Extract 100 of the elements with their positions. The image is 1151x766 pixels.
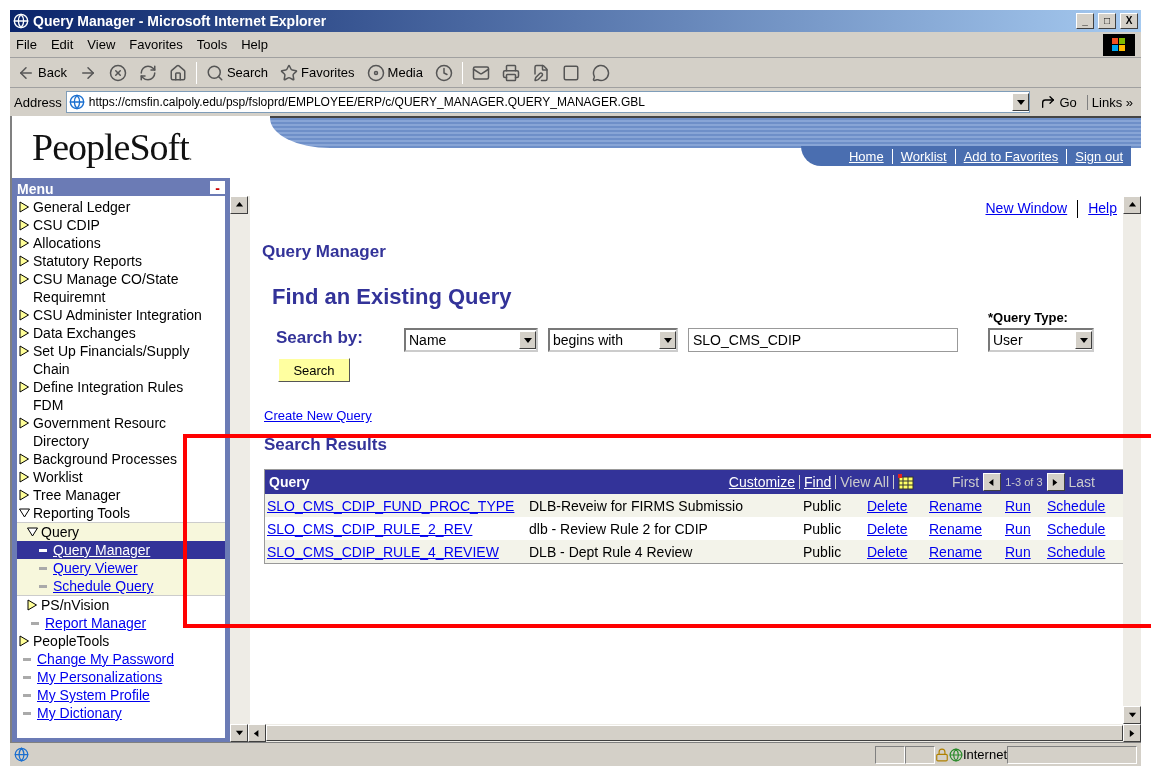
field-select[interactable]: Name: [404, 328, 538, 352]
action-link[interactable]: Rename: [929, 520, 1005, 537]
description-cell-text: DLB - Dept Rule 4 Review: [529, 543, 694, 560]
favorites-button[interactable]: Favorites: [277, 61, 358, 84]
menu-item-row[interactable]: Schedule Query: [17, 577, 225, 595]
page-title: Query Manager: [262, 242, 387, 262]
grid-header: Query Customize Find View All First 1-3 of 3 Last: [265, 470, 1123, 494]
zone-text: Internet: [962, 747, 1007, 762]
first-text: First: [952, 474, 980, 490]
menu-folder[interactable]: Background Processes: [33, 450, 177, 468]
menu-item-row[interactable]: Report Manager: [17, 614, 225, 632]
menu-link[interactable]: Query Viewer: [53, 559, 138, 577]
menu-item-row[interactable]: My Personalizations: [17, 668, 225, 686]
menu-folder[interactable]: Define Integration Rules FDM: [33, 378, 209, 414]
menu-folder[interactable]: CSU Manage CO/State Requiremnt: [33, 270, 209, 306]
last-text: Last: [1068, 474, 1095, 490]
action-link[interactable]: Schedule: [1047, 520, 1123, 537]
action-link[interactable]: Run: [1005, 520, 1047, 537]
help-link[interactable]: Help: [1088, 200, 1117, 218]
menu-link[interactable]: Change My Password: [37, 650, 174, 668]
menu-folder[interactable]: PeopleTools: [33, 632, 110, 650]
header-link[interactable]: Home: [840, 148, 892, 164]
window-title: Query Manager - Microsoft Internet Explorer: [33, 13, 328, 29]
view-all-text: View All: [840, 474, 889, 490]
search-input[interactable]: SLO_CMS_CDIP: [688, 328, 958, 352]
menu-folder[interactable]: Government Resourc Directory: [33, 414, 209, 450]
menu-folder[interactable]: CSU CDIP: [33, 216, 100, 234]
search-button[interactable]: Search: [278, 358, 350, 382]
collapse-button[interactable]: -: [210, 181, 225, 194]
action-link[interactable]: Schedule: [1047, 543, 1123, 560]
menu-folder[interactable]: Query: [41, 523, 80, 541]
range-text: 1-3 of 3: [1005, 476, 1043, 488]
go-button[interactable]: Go: [1034, 93, 1083, 111]
address-field[interactable]: https://cmsfin.calpoly.edu/psp/fsloprd/EMPLOYEE/ERP/c/QUERY_MANAGER.QUERY_MANAGER.GBL: [65, 91, 1031, 113]
menu-folder[interactable]: Tree Manager: [33, 486, 121, 504]
menu-folder[interactable]: Set Up Financials/Supply Chain: [33, 342, 209, 378]
search-button[interactable]: Search: [202, 61, 272, 84]
description-cell-text: dlb - Review Rule 2 for CDIP: [529, 520, 709, 537]
window-control-button[interactable]: X: [1120, 13, 1138, 29]
description-cell-text: DLB-Reveiw for FIRMS Submissio: [529, 497, 744, 514]
back-button[interactable]: Back: [14, 61, 70, 84]
action-link[interactable]: Run: [1005, 497, 1047, 514]
action-link[interactable]: Delete: [867, 520, 929, 537]
logo: PeopleSoft.: [32, 125, 192, 169]
media-button[interactable]: Media: [363, 61, 426, 84]
query-link[interactable]: SLO_CMS_CDIP_RULE_4_REVIEW: [267, 543, 529, 560]
menu-item-row[interactable]: Change My Password: [17, 650, 225, 668]
menu-folder[interactable]: Statutory Reports: [33, 252, 142, 270]
menu-link[interactable]: My Personalizations: [37, 668, 163, 686]
menu-folder[interactable]: CSU Administer Integration: [33, 306, 202, 324]
owner-cell-text: Public: [803, 497, 843, 514]
menu-item[interactable]: File: [16, 37, 37, 52]
menu-title: Menu: [17, 182, 54, 196]
header-link[interactable]: Sign out: [1066, 148, 1131, 164]
menu-item-row[interactable]: My Dictionary: [17, 704, 225, 722]
action-link[interactable]: Schedule: [1047, 497, 1123, 514]
menu-item-row[interactable]: Query Viewer: [17, 559, 225, 577]
menu-link[interactable]: Report Manager: [45, 614, 147, 632]
query-type-select[interactable]: User: [988, 328, 1094, 352]
query-link[interactable]: SLO_CMS_CDIP_FUND_PROC_TYPE: [267, 497, 529, 514]
window-control-button[interactable]: □: [1098, 13, 1116, 29]
menu-folder[interactable]: Worklist: [33, 468, 83, 486]
page-heading: Find an Existing Query: [272, 284, 513, 310]
menu-folder[interactable]: Data Exchanges: [33, 324, 136, 342]
search-by-label: Search by:: [276, 328, 364, 348]
menu-folder[interactable]: Allocations: [33, 234, 101, 252]
menu-item[interactable]: Help: [241, 37, 268, 52]
menu-folder[interactable]: General Ledger: [33, 198, 131, 216]
action-link[interactable]: Delete: [867, 543, 929, 560]
menu-link[interactable]: Schedule Query: [53, 577, 154, 595]
menu-item-row[interactable]: My System Profile: [17, 686, 225, 704]
menu-item[interactable]: Edit: [50, 37, 74, 52]
address-label: Address: [14, 94, 62, 110]
operator-select[interactable]: begins with: [548, 328, 678, 352]
action-link[interactable]: Rename: [929, 543, 1005, 560]
action-link[interactable]: Delete: [867, 497, 929, 514]
find-link[interactable]: Find: [804, 474, 832, 490]
query-link[interactable]: SLO_CMS_CDIP_RULE_2_REV: [267, 520, 529, 537]
results-title: Search Results: [264, 435, 388, 455]
menu-item[interactable]: View: [87, 37, 116, 52]
query-type-label: *Query Type:: [988, 310, 1069, 325]
menu-item-row[interactable]: Query Manager: [17, 541, 225, 559]
menu-folder[interactable]: Reporting Tools: [33, 504, 131, 522]
action-link[interactable]: Run: [1005, 543, 1047, 560]
menu-link[interactable]: Query Manager: [53, 541, 151, 559]
new-window-link[interactable]: New Window: [985, 200, 1068, 218]
owner-cell-text: Public: [803, 520, 843, 537]
window-control-button[interactable]: _: [1076, 13, 1094, 29]
create-query-link[interactable]: Create New Query: [264, 408, 372, 423]
links-button[interactable]: Links »: [1086, 94, 1137, 110]
menu-link[interactable]: My Dictionary: [37, 704, 122, 722]
action-link[interactable]: Rename: [929, 497, 1005, 514]
owner-cell-text: Public: [803, 543, 843, 560]
header-link[interactable]: Worklist: [891, 148, 955, 164]
customize-link[interactable]: Customize: [728, 474, 795, 490]
menu-link[interactable]: My System Profile: [37, 686, 150, 704]
header-link[interactable]: Add to Favorites: [954, 148, 1067, 164]
menu-item[interactable]: Favorites: [129, 37, 183, 52]
menu-item[interactable]: Tools: [196, 37, 228, 52]
menu-folder[interactable]: PS/nVision: [41, 596, 110, 614]
